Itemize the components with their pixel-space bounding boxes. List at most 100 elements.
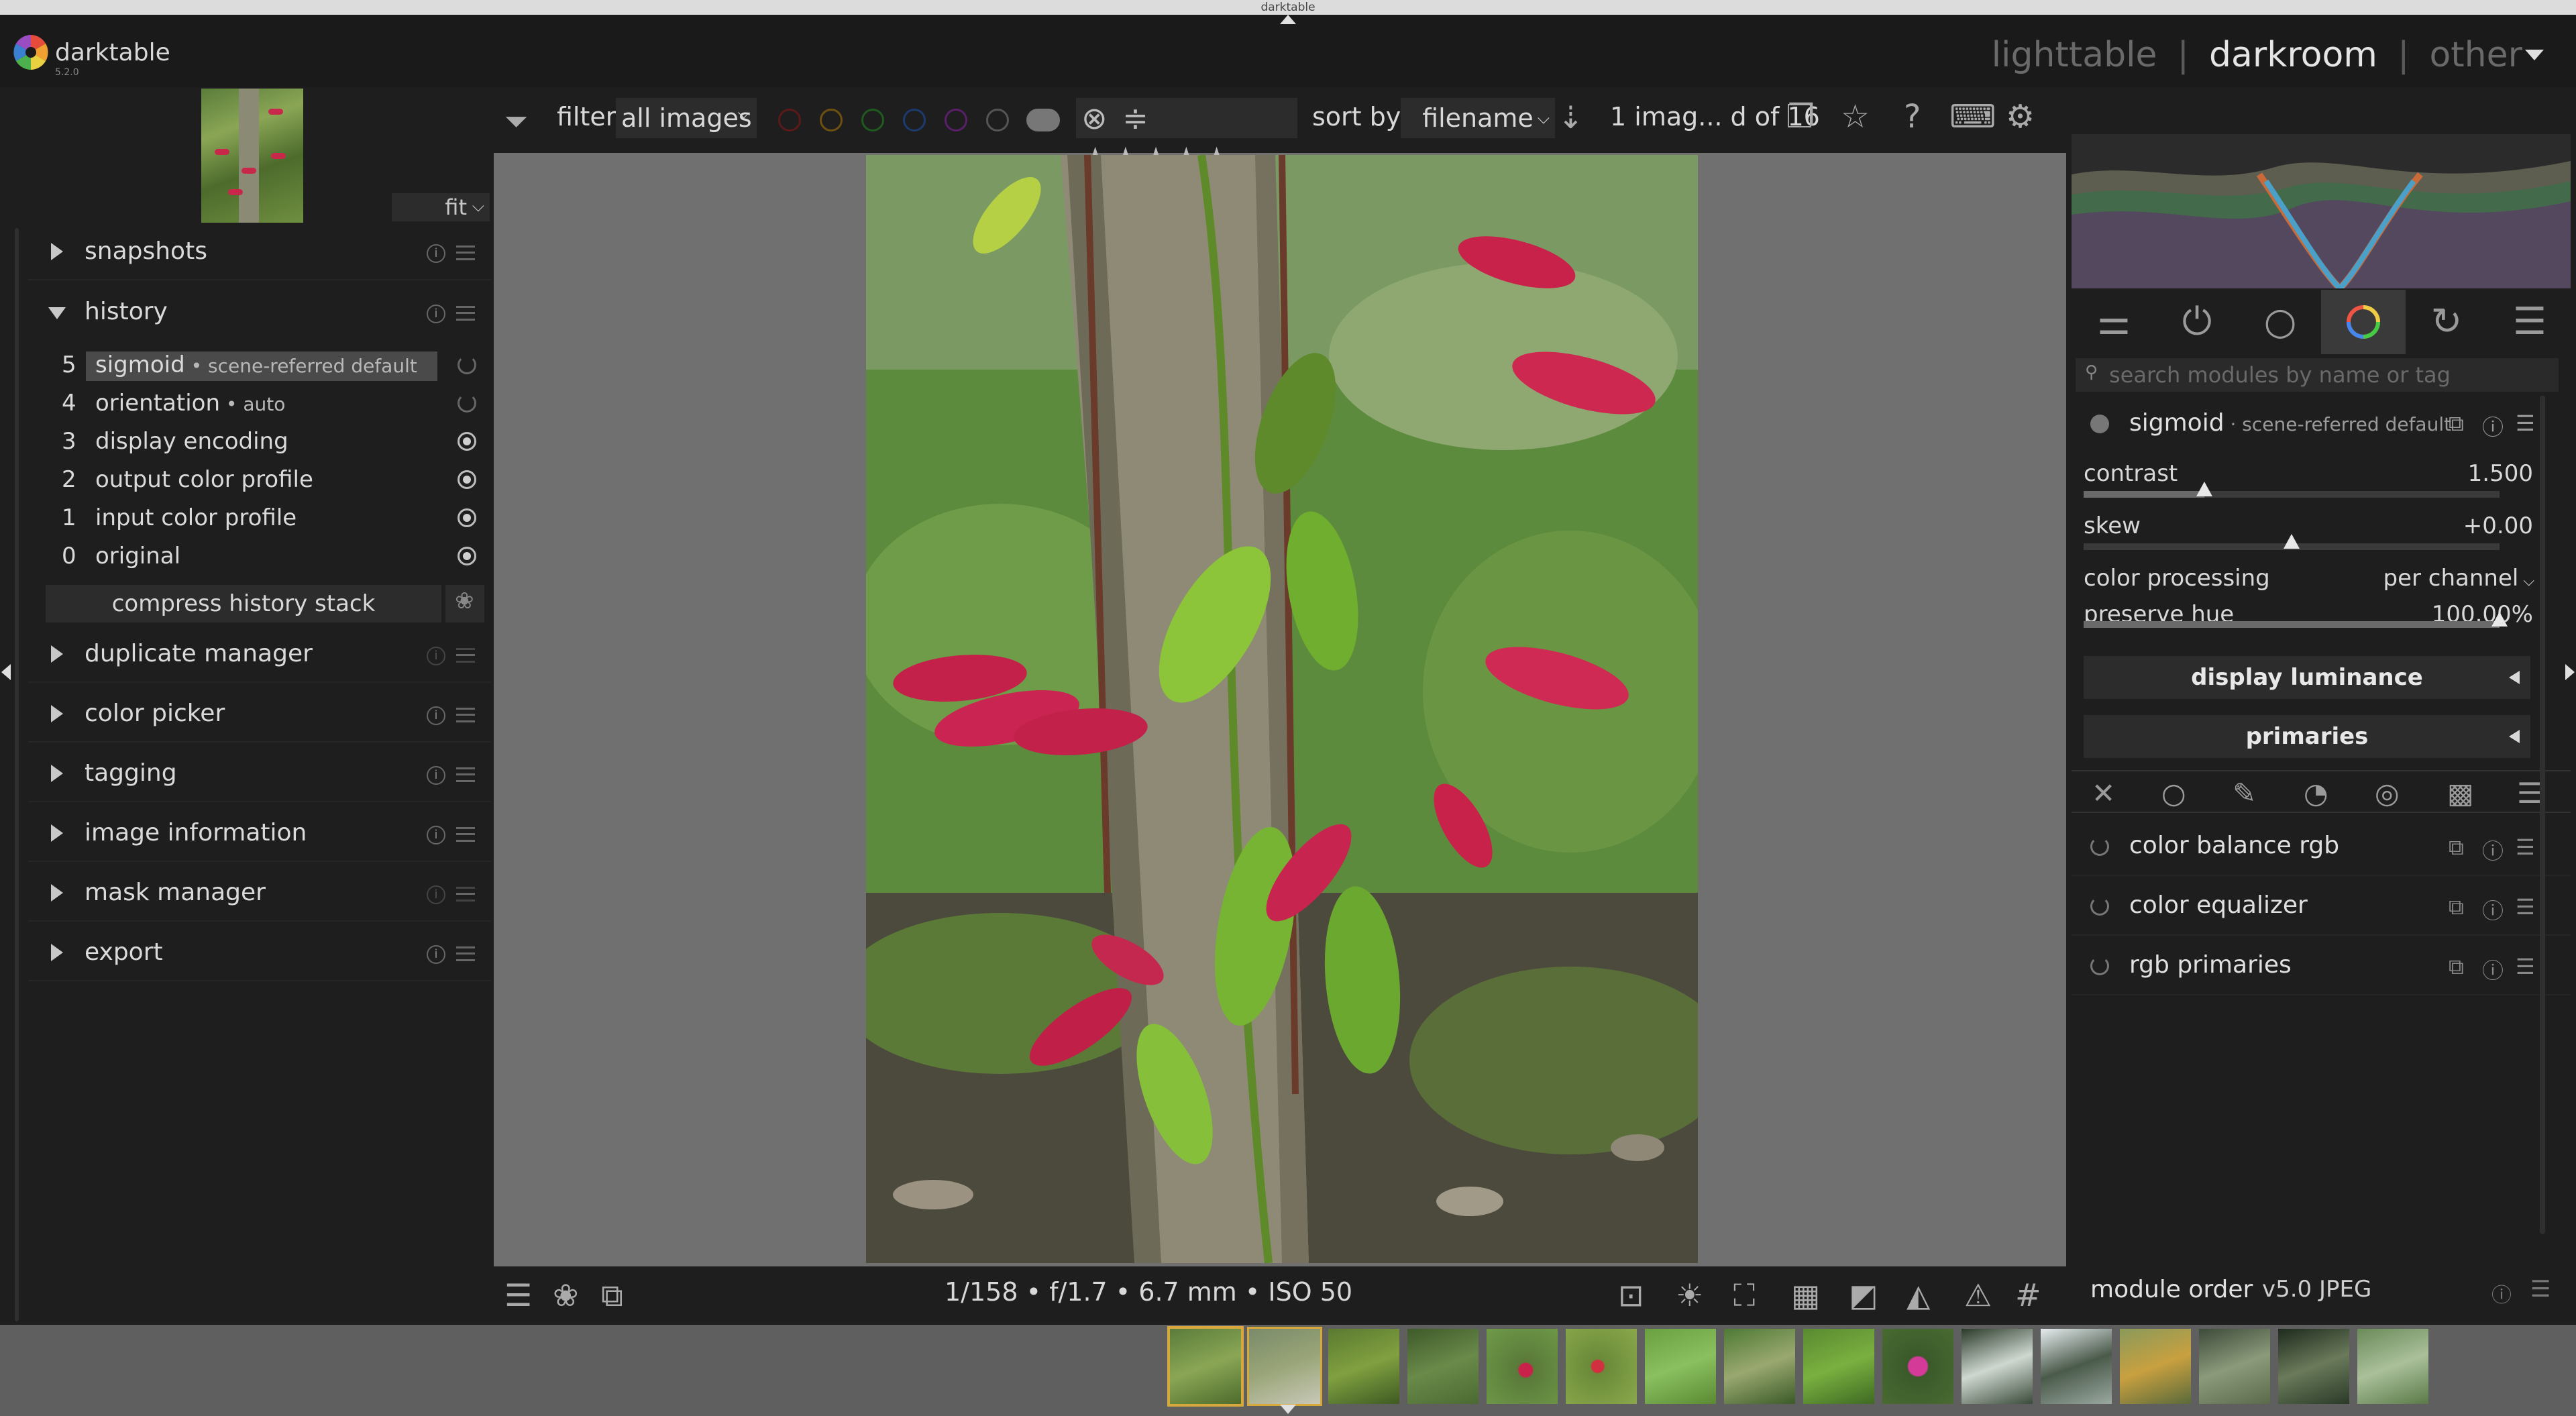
mask-off-icon[interactable]: ✕: [2092, 777, 2115, 810]
presets-menu-icon[interactable]: [456, 708, 475, 722]
module-snapshots[interactable]: snapshots i: [28, 225, 491, 280]
filmstrip-thumbnail[interactable]: [1167, 1326, 1244, 1407]
filmstrip-thumbnail[interactable]: [2199, 1329, 2270, 1404]
module-power-icon[interactable]: [2090, 897, 2109, 916]
module-color-picker[interactable]: color picker i: [28, 688, 491, 743]
sort-select[interactable]: filename: [1401, 98, 1555, 138]
mask-menu-icon[interactable]: ☰: [2517, 777, 2542, 810]
multi-instance-icon[interactable]: ⧉: [2449, 894, 2464, 920]
view-lighttable[interactable]: lighttable: [1992, 35, 2157, 75]
color-label-toggle-icon[interactable]: [1026, 109, 1060, 131]
history-styles-icon[interactable]: [445, 585, 484, 622]
collapse-top-panel-icon[interactable]: [1280, 15, 1296, 24]
color-label-purple[interactable]: [945, 109, 967, 131]
collapse-right-panel-icon[interactable]: [2565, 664, 2575, 680]
module-color-equalizer[interactable]: color equalizer ⧉ ⓘ ☰: [2072, 877, 2571, 936]
reset-icon[interactable]: ⓘ: [2482, 411, 2504, 441]
filmstrip-thumbnail[interactable]: [1645, 1329, 1716, 1404]
filmstrip-thumbnail[interactable]: [1724, 1329, 1795, 1404]
module-export[interactable]: export i: [28, 926, 491, 981]
quick-access-menu-icon[interactable]: ☰: [504, 1277, 532, 1313]
display-luminance-section[interactable]: display luminance: [2084, 656, 2530, 699]
presets-menu-icon[interactable]: [456, 306, 475, 321]
slider-track[interactable]: [2084, 534, 2500, 550]
left-panel-scrollbar[interactable]: [15, 228, 19, 1321]
guides-icon[interactable]: #: [2015, 1277, 2041, 1313]
info-icon[interactable]: i: [427, 885, 445, 904]
second-window-icon[interactable]: ⧉: [601, 1277, 623, 1315]
module-order-info-icon[interactable]: ⓘ: [2491, 1278, 2512, 1308]
filmstrip-thumbnail[interactable]: [2278, 1329, 2349, 1404]
module-power-icon[interactable]: [2090, 415, 2109, 433]
navigation-thumbnail[interactable]: [201, 89, 303, 223]
right-panel-scrollbar[interactable]: [2540, 396, 2545, 1234]
filmstrip-thumbnail[interactable]: [1328, 1329, 1399, 1404]
presets-menu-icon[interactable]: [456, 767, 475, 782]
rating-filter[interactable]: ⊗ ≑ ★★★★★: [1076, 98, 1297, 176]
select-value[interactable]: per channel: [2383, 565, 2535, 592]
tab-presets-menu-icon[interactable]: ☰: [2487, 290, 2572, 354]
view-other[interactable]: other: [2429, 35, 2522, 75]
module-image-information[interactable]: image information i: [28, 807, 491, 862]
filter-icon[interactable]: ⏷: [504, 105, 528, 139]
soft-proof-icon[interactable]: ⛶: [1733, 1277, 1755, 1315]
color-label-green[interactable]: [861, 109, 884, 131]
info-icon[interactable]: i: [427, 305, 445, 323]
filmstrip-thumbnail[interactable]: [1882, 1329, 1953, 1404]
color-label-blue[interactable]: [903, 109, 926, 131]
styles-icon[interactable]: ❀: [553, 1277, 579, 1313]
history-item[interactable]: 3 display encoding: [43, 421, 488, 459]
module-color-balance-rgb[interactable]: color balance rgb ⧉ ⓘ ☰: [2072, 817, 2571, 876]
presets-menu-icon[interactable]: ☰: [2516, 954, 2535, 979]
raw-overexposed-icon[interactable]: ◩: [1849, 1277, 1878, 1313]
preserve-hue-slider[interactable]: preserve hue 100.00%: [2084, 601, 2560, 648]
filmstrip-thumbnail[interactable]: [1566, 1329, 1637, 1404]
base-modules-tab-icon[interactable]: ○: [2238, 290, 2322, 354]
slider-knob[interactable]: [2196, 482, 2212, 496]
drawn-parametric-mask-icon[interactable]: ◎: [2375, 777, 2400, 810]
history-item[interactable]: 4 orientation • auto: [43, 383, 488, 421]
module-power-icon[interactable]: [2090, 957, 2109, 975]
reset-icon[interactable]: ⓘ: [2482, 834, 2504, 865]
color-label-yellow[interactable]: [820, 109, 843, 131]
info-icon[interactable]: i: [427, 244, 445, 263]
presets-menu-icon[interactable]: [456, 648, 475, 663]
filmstrip-thumbnail[interactable]: [1487, 1329, 1558, 1404]
views-dropdown-icon[interactable]: [2525, 50, 2544, 60]
raster-mask-icon[interactable]: ▩: [2447, 777, 2474, 810]
history-item[interactable]: 5 sigmoid • scene-referred default: [43, 345, 488, 383]
info-icon[interactable]: i: [427, 945, 445, 964]
zoom-select[interactable]: fit: [392, 192, 490, 221]
filmstrip-thumbnail[interactable]: [1407, 1329, 1479, 1404]
correction-modules-tab-icon[interactable]: ↻: [2404, 290, 2489, 354]
module-rgb-primaries[interactable]: rgb primaries ⧉ ⓘ ☰: [2072, 936, 2571, 995]
presets-menu-icon[interactable]: [456, 827, 475, 842]
info-icon[interactable]: i: [427, 826, 445, 845]
filmstrip-thumbnail[interactable]: [1803, 1329, 1874, 1404]
info-icon[interactable]: i: [427, 766, 445, 785]
color-label-red[interactable]: [778, 109, 801, 131]
multi-instance-icon[interactable]: ⧉: [2449, 954, 2464, 980]
multi-instance-icon[interactable]: ⧉: [2449, 834, 2464, 861]
grouping-icon[interactable]: ❐: [1786, 98, 1815, 135]
quick-access-tab-icon[interactable]: ⚌: [2072, 290, 2156, 354]
color-assessment-icon[interactable]: ☀: [1676, 1277, 1703, 1313]
presets-menu-icon[interactable]: ☰: [2516, 894, 2535, 920]
settings-gear-icon[interactable]: ⚙: [2006, 98, 2035, 135]
uniform-mask-icon[interactable]: ○: [2161, 777, 2186, 810]
collapse-bottom-panel-icon[interactable]: [1280, 1405, 1296, 1414]
module-order-menu-icon[interactable]: ☰: [2530, 1276, 2551, 1303]
presets-menu-icon[interactable]: ☰: [2516, 834, 2535, 860]
sort-order-icon[interactable]: ⇣: [1558, 99, 1584, 135]
module-power-icon[interactable]: [2090, 837, 2109, 856]
parametric-mask-icon[interactable]: ◔: [2304, 777, 2328, 810]
clipping-icon[interactable]: ◭: [1907, 1277, 1930, 1313]
color-processing-select[interactable]: color processing per channel: [2084, 565, 2560, 598]
info-icon[interactable]: i: [427, 706, 445, 725]
module-history[interactable]: history i: [28, 286, 491, 341]
primaries-section[interactable]: primaries: [2084, 715, 2530, 758]
active-modules-tab-icon[interactable]: ⏻: [2155, 290, 2239, 354]
slider-track[interactable]: [2084, 482, 2500, 498]
presets-menu-icon[interactable]: [456, 946, 475, 961]
reset-icon[interactable]: ⓘ: [2482, 954, 2504, 985]
